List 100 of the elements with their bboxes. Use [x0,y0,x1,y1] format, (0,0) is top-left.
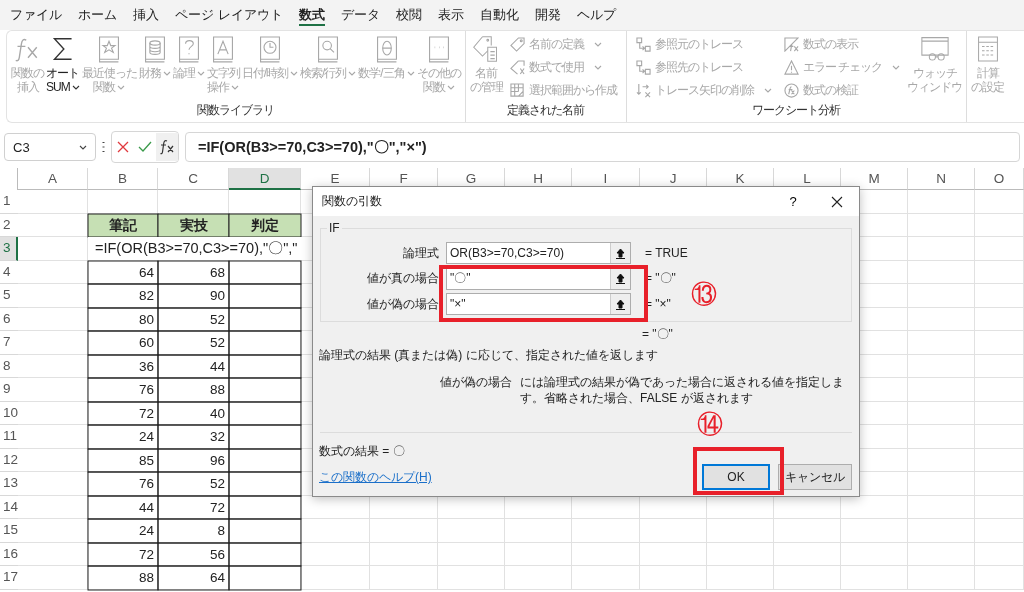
letter-book-icon [211,35,236,63]
row-number[interactable]: 16 [0,542,18,566]
formula-field[interactable]: =IF(OR(B3>=70,C3>=70),"〇","×") [185,132,1020,162]
clock-book-icon [257,35,282,63]
table-cell: 52 [158,472,229,496]
insert-function-button[interactable] [156,133,178,161]
row-number[interactable]: 15 [0,519,18,543]
row-number[interactable]: 10 [0,401,18,425]
column-heading[interactable]: B [88,168,158,190]
row-number[interactable]: 7 [0,331,18,355]
menu-tab[interactable]: ページ レイアウト [167,4,291,26]
cancel-icon [117,141,129,153]
table-header-cell: 筆記 [88,213,158,237]
row-number[interactable]: 17 [0,566,18,590]
column-heading[interactable]: C [158,168,229,190]
menu-tab[interactable]: 表示 [429,4,472,26]
table-cell: 64 [88,260,158,284]
arrow-up-icon [616,298,625,310]
row-number[interactable]: 3 [0,237,18,261]
table-cell: 72 [88,542,158,566]
table-cell: 76 [88,378,158,402]
table-cell: 24 [88,425,158,449]
tag-icon [509,36,525,52]
menu-tab[interactable]: ヘルプ [568,4,624,26]
ribbon-button[interactable]: オート SUM [45,31,81,103]
argument-label: 値が真の場合 [366,270,440,287]
table-cell: 96 [158,448,229,472]
row-number[interactable]: 8 [0,354,18,378]
menu-tab[interactable]: 校閲 [387,4,430,26]
row-number[interactable]: 14 [0,495,18,519]
question-book-icon [176,35,201,63]
table-cell: 88 [158,378,229,402]
row-number[interactable]: 1 [0,190,18,214]
close-icon [831,195,843,208]
formula-display-icon [783,36,799,52]
caret-icon [79,144,87,150]
trace-arrow-icon [635,36,651,52]
table-cell: 72 [88,401,158,425]
column-heading[interactable]: D [229,168,301,190]
column-heading[interactable]: N [908,168,975,190]
row-number[interactable]: 13 [0,472,18,496]
theta-book-icon [374,35,399,63]
function-result: = "〇" [642,326,674,343]
arrow-up-icon [616,247,625,259]
help-button[interactable]: ? [771,187,815,216]
column-heading[interactable]: A [18,168,88,190]
dialog-button[interactable]: OK [702,464,770,490]
argument-label: 値が偽の場合 [366,295,440,313]
table-cell: 60 [88,331,158,355]
step-number: ⑭ [697,409,723,439]
formula-result: 数式の結果 = 〇 [319,443,406,460]
table-cell: 44 [158,354,229,378]
menu-tab[interactable]: ファイル [2,4,70,26]
table-cell: 76 [88,472,158,496]
collapse-button[interactable] [610,294,630,314]
function-icon [159,139,175,155]
step-number: ⑬ [691,279,717,309]
menu-tab[interactable]: 数式 [290,4,333,26]
table-cell: 85 [88,448,158,472]
table-cell: 40 [158,401,229,425]
menu-tab[interactable]: ホーム [70,4,125,26]
table-cell: 56 [158,542,229,566]
remove-arrows-icon [635,82,651,98]
column-heading[interactable]: O [975,168,1024,190]
row-number[interactable]: 6 [0,307,18,331]
function-description: 論理式の結果 (真または偽) に応じて、指定された値を返します [319,347,659,364]
more-options-icon [102,141,105,153]
table-cell: 24 [88,519,158,543]
dialog-button[interactable]: キャンセル [778,464,852,490]
table-header-cell: 実技 [158,213,229,237]
calculator-icon [975,35,1000,63]
collapse-button[interactable] [610,268,630,289]
tag-icon [509,59,525,75]
table-icon [509,82,525,98]
menu-tab[interactable]: 開発 [526,4,569,26]
trace-arrow-icon [635,59,651,75]
row-number[interactable]: 9 [0,378,18,402]
help-link[interactable]: この関数のヘルプ(H) [319,468,694,486]
collapse-button[interactable] [610,243,630,263]
check-icon [138,141,152,153]
row-number[interactable]: 2 [0,213,18,237]
table-cell: 80 [88,307,158,331]
table-cell: 64 [158,566,229,590]
table-cell: 88 [88,566,158,590]
argument-field[interactable]: "〇" [446,267,631,290]
argument-field[interactable]: OR(B3>=70,C3>=70) [446,242,631,264]
row-number[interactable]: 12 [0,448,18,472]
row-number[interactable]: 5 [0,284,18,308]
row-number[interactable]: 4 [0,260,18,284]
table-cell: 90 [158,284,229,308]
menu-tab[interactable]: データ [332,4,388,26]
menu-tab[interactable]: 挿入 [125,4,167,26]
argument-field[interactable]: "×" [446,293,631,315]
arrow-up-icon [616,273,625,284]
sigma-icon [50,35,75,63]
row-number[interactable]: 11 [0,425,18,449]
warning-icon [783,59,799,75]
name-box[interactable]: C3 [4,133,96,161]
menu-tab[interactable]: 自動化 [471,4,527,26]
table-cell: 82 [88,284,158,308]
